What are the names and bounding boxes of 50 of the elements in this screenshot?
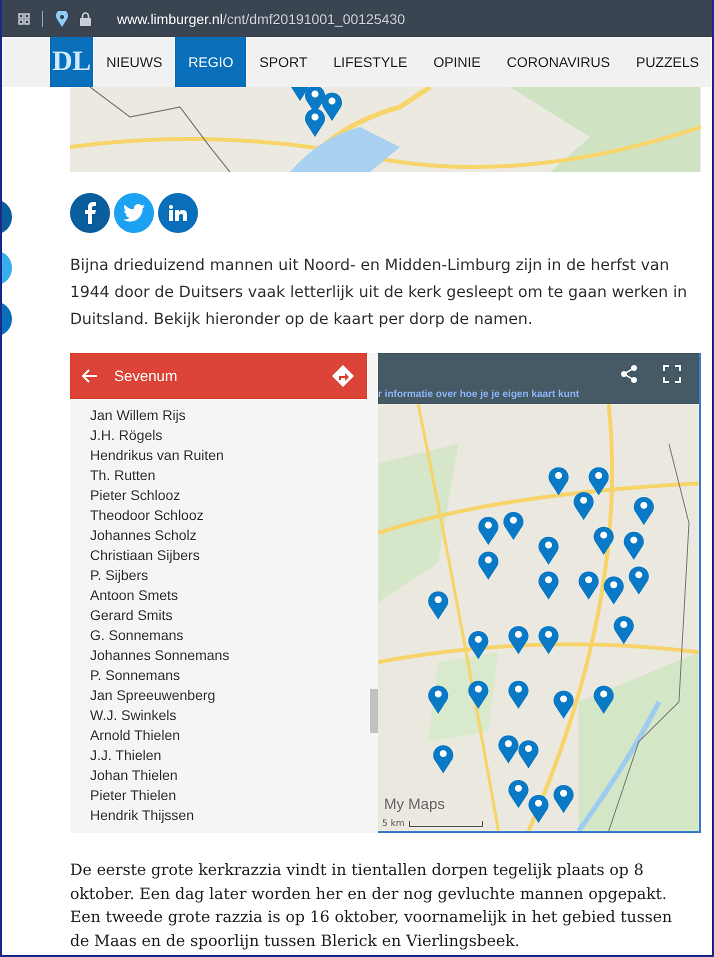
person-name: Johannes Scholz [90,526,198,545]
grid-icon[interactable] [18,12,30,24]
share-button[interactable] [70,193,110,233]
map-brand-label: My Maps [384,796,445,813]
nav-item[interactable]: PUZZELS [622,37,712,87]
person-name: Pieter Thielen [90,786,178,805]
person-name: Hendrikus van Ruiten [90,446,225,465]
share-icon[interactable] [621,365,637,383]
person-name: G. Sonnemans [90,626,184,645]
address-bar-url[interactable]: www.limburger.nl/cnt/dmf20191001_00125430 [117,10,405,26]
body-paragraph: De eerste grote kerkrazzia vindt in tientallen dorpen tegelijk plaats op 8 oktober. Een dag later worden her en der nog gevluchte mannen opgepakt. Een tweede grote razzia is op 16 oktober, voornamelijk in het gebied tussen de Maas en de spoorlijn tussen Blerick en Vierlingsbeek. [70,860,674,952]
scrollbar-thumb[interactable] [370,689,378,733]
nav-item[interactable]: LIFESTYLE [320,37,420,87]
person-name: P. Sijbers [90,566,150,585]
nav-item[interactable]: SPORT [246,37,320,87]
person-name: Theodoor Schlooz [90,506,205,525]
scale-label: 5 km [382,819,405,829]
facebook-icon [84,202,96,224]
person-name: Jan Spreeuwenberg [90,686,216,705]
share-button[interactable] [158,193,198,233]
location-pin-icon[interactable] [56,10,68,26]
person-name: J.J. Thielen [90,746,162,765]
bird-icon [123,204,145,222]
person-name: Jan Willem Rijs [90,406,187,425]
separator-icon [42,10,44,26]
person-name: W.J. Swinkels [90,706,178,725]
person-name: Johan Thielen [90,766,179,785]
person-name: Christiaan Sijbers [90,546,201,565]
person-name: Antoon Smets [90,586,179,605]
directions-icon[interactable] [331,364,355,388]
nav-item[interactable]: CORONAVIRUS [494,37,623,87]
person-name: Arnold Thielen [90,726,182,745]
nav-item[interactable]: REGIO [175,37,246,87]
person-name: Pieter Schlooz [90,486,182,505]
person-name: Th. Rutten [90,466,156,485]
nav-item[interactable]: NIEUWS [93,37,176,87]
panel-title: Sevenum [114,368,178,384]
person-name: Johannes Sonnemans [90,646,230,665]
person-name: J.H. Rögels [90,426,164,445]
lock-icon [80,12,91,26]
nav-item[interactable]: OPINIE [420,37,494,87]
fullscreen-icon[interactable] [663,365,681,383]
linkedin-icon [169,205,187,221]
share-button[interactable] [114,193,154,233]
intro-paragraph: Bijna drieduizend mannen uit Noord- en Midden-Limburg zijn in de herfst van 1944 door de Duitsers vaak letterlijk uit de kerk gesleept om te gaan werken in Duitsland. Bekijk hieronder op de kaart per dorp de namen. [70,255,688,330]
back-arrow-icon[interactable] [82,369,98,383]
person-name: P. Sonnemans [90,666,182,685]
person-name: Hendrik Thijssen [90,806,196,825]
person-name: Gerard Smits [90,606,174,625]
site-logo[interactable]: DL [50,37,94,87]
